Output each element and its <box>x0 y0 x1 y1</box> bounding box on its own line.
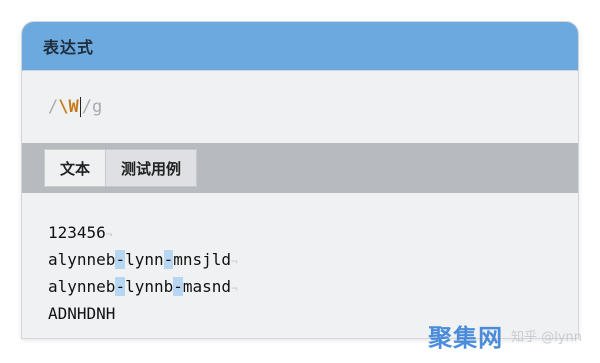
text-line: 123456¬ <box>48 220 578 247</box>
test-text-area[interactable]: 123456¬ alynneb-lynn-mnsjld¬ alynneb-lyn… <box>22 193 578 338</box>
text-line: alynneb-lynnb-masnd¬ <box>48 274 578 301</box>
line-segment: alynneb <box>48 250 116 269</box>
eol-marker: ¬ <box>231 255 238 268</box>
eol-marker: ¬ <box>231 282 238 295</box>
match-highlight: - <box>163 250 174 269</box>
tab-bar: 文本 测试用例 <box>22 143 578 193</box>
regex-open-delimiter: / <box>48 97 59 117</box>
text-caret <box>79 97 81 117</box>
line-segment: lynn <box>125 250 164 269</box>
watermark: 聚集网 知乎 @lynn <box>428 318 582 353</box>
tab-test-cases[interactable]: 测试用例 <box>106 149 198 187</box>
watermark-text: 知乎 @lynn <box>511 330 582 345</box>
match-highlight: - <box>173 277 183 296</box>
line-segment: mnsjld <box>173 250 232 269</box>
line-segment: alynneb <box>48 277 116 296</box>
watermark-logo: 聚集网 <box>428 324 504 352</box>
regex-tester-panel: 表达式 / \W / g 文本 测试用例 123456¬ alynneb-lyn… <box>22 22 578 338</box>
regex-flags[interactable]: g <box>92 97 102 117</box>
regex-close-delimiter: / <box>81 97 92 117</box>
line-segment: lynnb <box>125 277 174 296</box>
screenshot-stage: 表达式 / \W / g 文本 测试用例 123456¬ alynneb-lyn… <box>0 0 600 363</box>
regex-pattern: \W <box>58 97 79 117</box>
text-line: alynneb-lynn-mnsjld¬ <box>48 247 578 274</box>
eol-marker: ¬ <box>105 228 113 241</box>
line-segment: masnd <box>182 277 232 296</box>
match-highlight: - <box>115 250 126 269</box>
expression-header: 表达式 <box>22 22 578 70</box>
match-highlight: - <box>115 277 126 296</box>
tab-text[interactable]: 文本 <box>44 149 107 187</box>
line-text: ADNHDNH <box>48 304 116 323</box>
regex-input[interactable]: / \W / g <box>22 70 578 143</box>
expression-title: 表达式 <box>43 38 95 57</box>
line-text: 123456 <box>48 223 106 242</box>
